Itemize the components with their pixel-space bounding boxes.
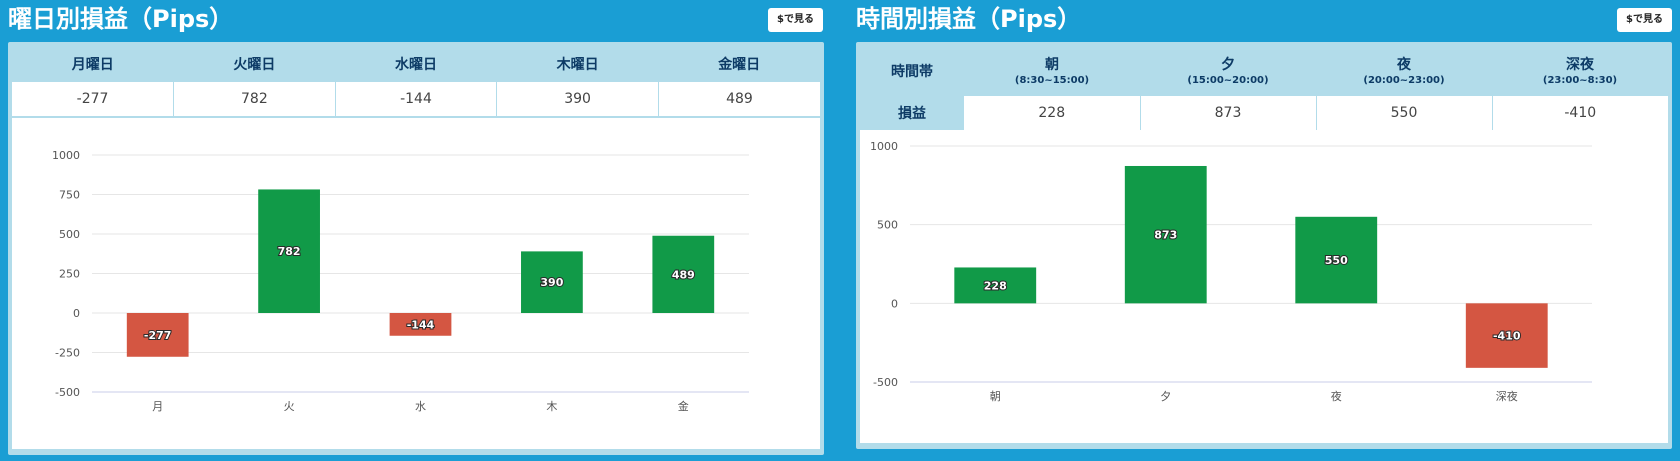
day-of-week-table: 月曜日 火曜日 水曜日 木曜日 金曜日 -277 782 -144 390 48… — [12, 46, 820, 116]
header-night-name: 夜 — [1397, 57, 1411, 73]
value-morning: 228 — [964, 96, 1141, 130]
y-tick-label: -500 — [55, 386, 80, 399]
show-dollar-button[interactable]: $で見る — [1617, 8, 1672, 32]
data-label: -410 — [1493, 330, 1521, 343]
y-tick-label: 0 — [891, 297, 898, 310]
time-of-day-table: 時間帯 朝 (8:30~15:00) 夕 (15:00~20:00) 夜 (20:00… — [860, 46, 1668, 130]
header-morning: 朝 (8:30~15:00) — [964, 46, 1140, 96]
value-night: 550 — [1316, 96, 1493, 130]
x-tick-label: 水 — [415, 400, 426, 413]
x-tick-label: 夜 — [1331, 389, 1342, 403]
header-late-night: 深夜 (23:00~8:30) — [1492, 46, 1668, 96]
x-tick-label: 深夜 — [1496, 389, 1518, 403]
value-friday: 489 — [658, 82, 820, 116]
time-of-day-title: 時間別損益（Pips） — [856, 5, 1082, 33]
day-of-week-title: 曜日別損益（Pips） — [8, 5, 234, 33]
row-header-profit: 損益 — [860, 96, 964, 130]
y-tick-label: -250 — [55, 347, 80, 360]
y-tick-label: 1000 — [870, 140, 898, 153]
header-late-night-range: (23:00~8:30) — [1542, 75, 1618, 86]
data-label: 782 — [278, 245, 301, 258]
data-label: 390 — [540, 276, 563, 289]
data-label: -144 — [407, 318, 435, 331]
day-of-week-chart-area: -500 -250 0 250 500 750 1000 -277 月 782 火 -144 水 390 木… — [12, 118, 820, 449]
x-tick-label: 夕 — [1160, 390, 1171, 403]
row-header-timezone: 時間帯 — [891, 64, 933, 80]
header-evening: 夕 (15:00~20:00) — [1140, 46, 1316, 96]
header-thursday: 木曜日 — [556, 57, 599, 73]
y-tick-label: 0 — [73, 307, 80, 320]
day-of-week-chart: -500 -250 0 250 500 750 1000 -277 月 782 火 -144 水 390 木… — [52, 149, 749, 413]
value-monday: -277 — [12, 82, 175, 116]
value-thursday: 390 — [496, 82, 659, 116]
header-morning-name: 朝 — [1045, 57, 1059, 73]
time-of-day-card: 時間帯 朝 (8:30~15:00) 夕 (15:00~20:00) 夜 (20:00… — [856, 42, 1672, 449]
show-dollar-button[interactable]: $で見る — [768, 8, 823, 32]
day-of-week-panel: 曜日別損益（Pips） $で見る 月曜日 火曜日 水曜日 木曜日 金曜日 -27… — [0, 0, 838, 461]
x-tick-label: 火 — [284, 400, 295, 413]
y-tick-label: 500 — [877, 219, 898, 232]
header-monday: 月曜日 — [71, 57, 114, 73]
y-tick-label: -500 — [873, 376, 898, 389]
header-evening-range: (15:00~20:00) — [1187, 75, 1269, 86]
x-tick-label: 朝 — [990, 390, 1001, 403]
data-label: 550 — [1325, 254, 1348, 267]
header-night-range: (20:00~23:00) — [1363, 75, 1445, 86]
y-tick-label: 750 — [59, 189, 80, 202]
data-label: 489 — [672, 268, 695, 281]
x-tick-label: 月 — [152, 400, 163, 413]
value-late-night: -410 — [1492, 96, 1668, 130]
data-label: -277 — [144, 329, 172, 342]
y-tick-label: 250 — [59, 268, 80, 281]
header-night: 夜 (20:00~23:00) — [1316, 46, 1492, 96]
data-label: 873 — [1154, 229, 1177, 242]
data-label: 228 — [984, 279, 1007, 292]
y-tick-label: 1000 — [52, 149, 80, 162]
header-late-night-name: 深夜 — [1566, 57, 1594, 73]
header-wednesday: 水曜日 — [394, 57, 437, 73]
value-wednesday: -144 — [335, 82, 498, 116]
time-of-day-chart-area: -500 0 500 1000 228 朝 873 夕 550 夜 -410 深夜 — [860, 130, 1668, 443]
header-tuesday: 火曜日 — [233, 57, 276, 73]
header-friday: 金曜日 — [718, 57, 761, 73]
time-of-day-chart: -500 0 500 1000 228 朝 873 夕 550 夜 -410 深夜 — [870, 140, 1592, 403]
value-tuesday: 782 — [173, 82, 336, 116]
value-evening: 873 — [1140, 96, 1317, 130]
day-of-week-card: 月曜日 火曜日 水曜日 木曜日 金曜日 -277 782 -144 390 48… — [8, 42, 824, 455]
x-tick-label: 金 — [678, 399, 689, 413]
time-of-day-panel: 時間別損益（Pips） $で見る 時間帯 朝 (8:30~15:00) 夕 (15:… — [848, 0, 1680, 461]
x-tick-label: 木 — [546, 400, 557, 413]
y-tick-label: 500 — [59, 228, 80, 241]
header-evening-name: 夕 — [1221, 57, 1235, 73]
header-morning-range: (8:30~15:00) — [1014, 75, 1090, 86]
